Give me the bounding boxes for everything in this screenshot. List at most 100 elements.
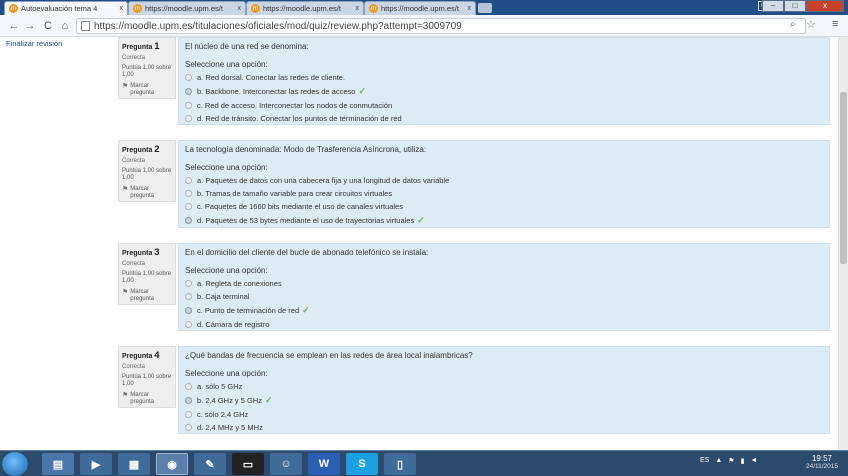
answer-option[interactable]: b. Caja terminal	[185, 292, 823, 301]
media-player-icon[interactable]: ▶	[80, 453, 112, 475]
document-app-icon[interactable]: ▯	[384, 453, 416, 475]
network-tray-icon[interactable]: ▮	[741, 457, 745, 465]
radio-button-selected[interactable]	[185, 307, 192, 314]
answer-option[interactable]: a. Red dorsal. Conectar las redes de cli…	[185, 73, 823, 82]
radio-button[interactable]	[185, 424, 192, 431]
new-tab-button[interactable]	[478, 3, 492, 13]
answer-option[interactable]: b. Backbone. Interconectar las redes de …	[185, 86, 823, 97]
flag-question-button[interactable]: ⚑ Marcar pregunta	[122, 289, 172, 303]
radio-button-selected[interactable]	[185, 397, 192, 404]
radio-button-selected[interactable]	[185, 217, 192, 224]
chrome-icon[interactable]: ◉	[156, 453, 188, 475]
terminal-icon[interactable]: ▭	[232, 453, 264, 475]
question-text: La tecnología denominada: Modo de Trasfe…	[185, 145, 427, 154]
correct-check-icon: ✓	[358, 86, 366, 96]
tab-moodle-3[interactable]: m https://moodle.upm.es/t x	[246, 1, 364, 15]
minimize-button[interactable]: –	[762, 0, 784, 12]
explorer-icon[interactable]: ▤	[42, 453, 74, 475]
question-prompt: Seleccione una opción:	[185, 163, 268, 172]
tab-close-icon[interactable]: x	[356, 5, 360, 12]
radio-button[interactable]	[185, 383, 192, 390]
moodle-favicon-icon: m	[133, 4, 142, 13]
tab-label: https://moodle.upm.es/t	[381, 4, 459, 13]
question-prompt: Seleccione una opción:	[185, 60, 268, 69]
start-button[interactable]	[2, 452, 28, 476]
tray-arrow-icon[interactable]: ▲	[715, 457, 722, 465]
page-scrollbar[interactable]	[838, 37, 848, 450]
tab-close-icon[interactable]: x	[120, 5, 124, 12]
flag-tray-icon[interactable]: ⚑	[728, 457, 734, 465]
flag-question-button[interactable]: ⚑ Marcar pregunta	[122, 186, 172, 200]
radio-button[interactable]	[185, 102, 192, 109]
question-info: Pregunta 1 Correcta Puntúa 1,00 sobre 1,…	[118, 37, 176, 99]
flag-question-button[interactable]: ⚑ Marcar pregunta	[122, 83, 172, 97]
tab-autoevaluacion[interactable]: m Autoevaluación tema 4 x	[4, 1, 128, 15]
answer-option[interactable]: c. Paquetes de 1660 bits mediante el uso…	[185, 202, 823, 211]
answer-option[interactable]: b. 2,4 GHz y 5 GHz ✓	[185, 395, 823, 406]
radio-button[interactable]	[185, 321, 192, 328]
finish-review-link[interactable]: Finalizar revisión	[6, 39, 62, 48]
back-button[interactable]: ←	[6, 18, 22, 34]
radio-button[interactable]	[185, 411, 192, 418]
language-indicator[interactable]: ES	[700, 457, 709, 465]
bookmark-star-icon[interactable]: ☆	[806, 18, 816, 31]
answer-option[interactable]: a. Paquetes de datos con una cabecera fi…	[185, 176, 823, 185]
flag-icon: ⚑	[122, 186, 129, 193]
tab-close-icon[interactable]: x	[468, 5, 472, 12]
question-grade: Puntúa 1,00 sobre 1,00	[122, 374, 172, 387]
answer-option[interactable]: c. sólo 2,4 GHz	[185, 410, 823, 419]
network-app-icon[interactable]: ▦	[118, 453, 150, 475]
question-state: Correcta	[122, 158, 146, 164]
browser-toolbar: ← → C ⌂ https://moodle.upm.es/titulacion…	[0, 15, 848, 37]
answer-option[interactable]: d. Paquetes de 53 bytes mediante el uso …	[185, 215, 823, 226]
radio-button[interactable]	[185, 115, 192, 122]
tab-moodle-2[interactable]: m https://moodle.upm.es/t x	[128, 1, 246, 15]
radio-button[interactable]	[185, 74, 192, 81]
answer-option[interactable]: d. Cámara de registro	[185, 320, 823, 329]
volume-tray-icon[interactable]: ◄	[750, 457, 757, 465]
question-grade: Puntúa 1,00 sobre 1,00	[122, 271, 172, 284]
browser-menu-icon[interactable]: ≡	[832, 18, 838, 30]
answer-option[interactable]: d. Red de tránsito. Conectar los puntos …	[185, 114, 823, 123]
game-icon[interactable]: ☺	[270, 453, 302, 475]
radio-button-selected[interactable]	[185, 88, 192, 95]
flag-icon: ⚑	[122, 392, 129, 399]
close-window-button[interactable]: x	[806, 0, 844, 12]
radio-button[interactable]	[185, 293, 192, 300]
answer-option[interactable]: a. sólo 5 GHz	[185, 382, 823, 391]
tab-label: https://moodle.upm.es/t	[263, 4, 341, 13]
question-state: Correcta	[122, 55, 146, 61]
answer-option[interactable]: b. Tramas de tamaño variable para crear …	[185, 189, 823, 198]
radio-button[interactable]	[185, 190, 192, 197]
reload-button[interactable]: C	[40, 18, 56, 34]
maximize-button[interactable]: □	[784, 0, 806, 12]
answer-option[interactable]: c. Punto de terminación de red ✓	[185, 305, 823, 316]
radio-button[interactable]	[185, 203, 192, 210]
answer-option[interactable]: a. Regleta de conexiones	[185, 279, 823, 288]
windows-taskbar: ▤ ▶ ▦ ◉ ✎ ▭ ☺ W S ▯ ES ▲ ⚑ ▮ ◄ 19:57 24/…	[0, 450, 848, 476]
taskbar-clock[interactable]: 19:57 24/11/2015	[802, 454, 842, 470]
zoom-icon[interactable]: ⌕	[790, 19, 796, 30]
forward-button[interactable]: →	[22, 18, 38, 34]
question-text: ¿Qué bandas de frecuencia se emplean en …	[185, 351, 473, 360]
tab-close-icon[interactable]: x	[238, 5, 242, 12]
skype-icon[interactable]: S	[346, 453, 378, 475]
address-url: https://moodle.upm.es/titulaciones/ofici…	[94, 20, 462, 32]
question-text: El núcleo de una red se denomina:	[185, 42, 309, 51]
question-info: Pregunta 4 Correcta Puntúa 1,00 sobre 1,…	[118, 346, 176, 408]
word-icon[interactable]: W	[308, 453, 340, 475]
question-info: Pregunta 2 Correcta Puntúa 1,00 sobre 1,…	[118, 140, 176, 202]
home-button[interactable]: ⌂	[57, 18, 73, 34]
address-bar[interactable]: https://moodle.upm.es/titulaciones/ofici…	[76, 18, 806, 34]
question-number: Pregunta 3	[122, 247, 160, 258]
paint-icon[interactable]: ✎	[194, 453, 226, 475]
answer-option[interactable]: c. Red de acceso. Interconectar los nodo…	[185, 101, 823, 110]
answer-option[interactable]: d. 2,4 MHz y 5 MHz	[185, 423, 823, 432]
radio-button[interactable]	[185, 280, 192, 287]
radio-button[interactable]	[185, 177, 192, 184]
correct-check-icon: ✓	[302, 305, 310, 315]
flag-question-button[interactable]: ⚑ Marcar pregunta	[122, 392, 172, 406]
tab-moodle-4[interactable]: m https://moodle.upm.es/t x	[364, 1, 476, 15]
correct-check-icon: ✓	[265, 395, 273, 405]
scrollbar-thumb[interactable]	[840, 92, 847, 264]
